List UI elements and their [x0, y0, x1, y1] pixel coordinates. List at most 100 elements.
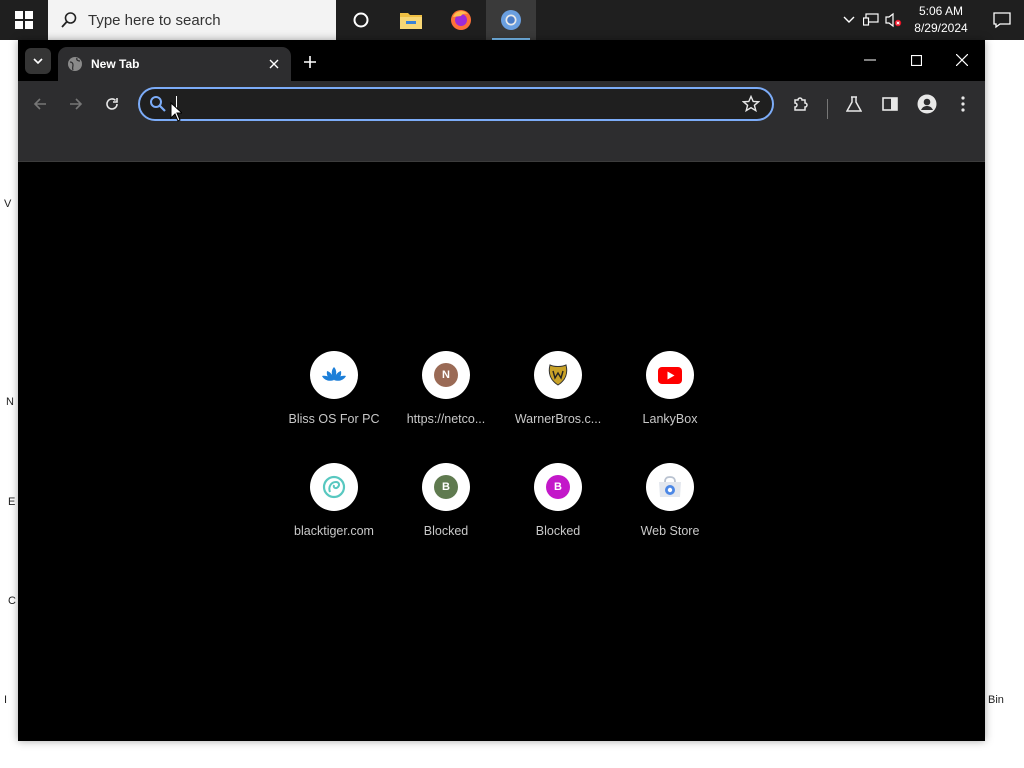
toolbar-separator	[827, 99, 828, 119]
minimize-button[interactable]	[847, 40, 893, 80]
tab-search-button[interactable]	[25, 48, 51, 74]
clock-date: 8/29/2024	[914, 21, 968, 35]
chevron-up-icon	[843, 16, 855, 23]
avatar-icon	[917, 94, 937, 114]
letter-b-icon: B	[546, 475, 570, 499]
clock[interactable]: 5:06 AM 8/29/2024	[910, 3, 972, 37]
notification-icon	[993, 12, 1011, 29]
desktop-icon-fragment: V	[4, 198, 12, 210]
desktop-icon-fragment: E	[8, 496, 16, 508]
tab-new-tab[interactable]: New Tab	[58, 47, 291, 81]
address-input[interactable]	[174, 93, 738, 117]
bookmark-star-icon[interactable]	[742, 95, 760, 113]
search-icon	[61, 12, 77, 28]
firefox-button[interactable]	[436, 0, 486, 40]
shortcut-tile[interactable]: LankyBox	[614, 351, 726, 463]
volume-muted-icon	[885, 12, 902, 28]
cortana-icon	[353, 12, 369, 28]
chrome-window: New Tab Bliss OS For PC N https://netco.…	[18, 40, 985, 741]
window-close-button[interactable]	[939, 40, 985, 80]
shortcut-icon-container	[310, 351, 358, 399]
shortcut-icon-container: B	[422, 463, 470, 511]
shortcut-tile[interactable]: Web Store	[614, 463, 726, 575]
labs-button[interactable]	[839, 89, 869, 119]
shortcut-tile[interactable]: B Blocked	[502, 463, 614, 575]
globe-icon	[68, 57, 82, 71]
blacktiger-icon	[322, 475, 346, 499]
taskbar: Type here to search 5:06 AM 8/29/2024	[0, 0, 1024, 40]
cortana-button[interactable]	[336, 0, 386, 40]
shortcut-label: LankyBox	[642, 412, 698, 426]
start-button[interactable]	[0, 0, 48, 40]
shortcut-tile[interactable]: B Blocked	[390, 463, 502, 575]
back-button[interactable]	[25, 89, 55, 119]
close-icon	[269, 59, 279, 69]
shortcut-tile[interactable]: N https://netco...	[390, 351, 502, 463]
shortcut-label: Web Store	[640, 524, 700, 538]
tab-strip: New Tab	[18, 40, 985, 81]
kebab-menu-icon	[961, 96, 965, 112]
volume-button[interactable]	[882, 0, 904, 40]
shortcut-tile[interactable]: blacktiger.com	[278, 463, 390, 575]
shortcut-tile[interactable]: Bliss OS For PC	[278, 351, 390, 463]
new-tab-button[interactable]	[298, 50, 322, 74]
action-center-button[interactable]	[980, 0, 1024, 40]
maximize-icon	[910, 54, 922, 66]
file-explorer-icon	[400, 13, 422, 29]
plus-icon	[304, 56, 316, 68]
arrow-left-icon	[33, 98, 46, 110]
arrow-right-icon	[70, 98, 83, 110]
menu-button[interactable]	[948, 89, 978, 119]
letter-b-icon: B	[434, 475, 458, 499]
address-bar[interactable]	[138, 87, 774, 121]
network-button[interactable]	[860, 0, 882, 40]
search-icon	[150, 96, 166, 112]
shortcut-icon-container	[534, 351, 582, 399]
chrome-icon	[501, 10, 521, 30]
mouse-cursor-icon	[170, 102, 182, 122]
shortcut-tile[interactable]: WarnerBros.c...	[502, 351, 614, 463]
desktop-icon-fragment: I	[4, 694, 8, 706]
reload-icon	[106, 98, 118, 110]
firefox-icon	[451, 10, 471, 30]
minimize-icon	[864, 59, 876, 61]
shortcut-label: Blocked	[535, 524, 581, 538]
chevron-down-icon	[33, 58, 43, 64]
browser-toolbar	[18, 81, 985, 162]
youtube-icon	[658, 366, 682, 384]
shortcut-label: blacktiger.com	[294, 524, 374, 538]
forward-button[interactable]	[61, 89, 91, 119]
maximize-button[interactable]	[893, 40, 939, 80]
shortcut-label: Blocked	[423, 524, 469, 538]
desktop-icon-fragment: N	[6, 396, 14, 408]
chrome-button[interactable]	[486, 0, 536, 40]
extensions-button[interactable]	[786, 89, 816, 119]
shortcut-icon-container: N	[422, 351, 470, 399]
side-panel-icon	[882, 97, 898, 111]
tab-title: New Tab	[91, 57, 140, 71]
side-panel-button[interactable]	[875, 89, 905, 119]
network-icon	[863, 13, 879, 26]
file-explorer-button[interactable]	[386, 0, 436, 40]
shortcut-icon-container	[646, 351, 694, 399]
taskbar-search-placeholder: Type here to search	[88, 11, 221, 29]
recycle-bin-label-fragment: Bin	[988, 694, 1004, 706]
profile-button[interactable]	[912, 89, 942, 119]
tab-close-button[interactable]	[265, 55, 283, 73]
warner-bros-icon	[548, 364, 568, 386]
windows-logo-icon	[15, 11, 33, 29]
shortcut-label: https://netco...	[406, 412, 486, 426]
shortcut-label: Bliss OS For PC	[288, 412, 380, 426]
new-tab-page: Bliss OS For PC N https://netco... Warne…	[18, 162, 985, 741]
letter-n-icon: N	[434, 363, 458, 387]
show-hidden-icons-button[interactable]	[838, 0, 860, 40]
close-icon	[956, 54, 968, 66]
desktop-icon-fragment: C	[8, 595, 16, 607]
shortcut-label: WarnerBros.c...	[514, 412, 602, 426]
reload-button[interactable]	[97, 89, 127, 119]
taskbar-search-box[interactable]: Type here to search	[48, 0, 336, 40]
shortcut-icon-container	[646, 463, 694, 511]
system-tray: 5:06 AM 8/29/2024	[838, 0, 1024, 40]
lotus-icon	[322, 367, 346, 381]
chrome-web-store-icon	[659, 476, 681, 497]
